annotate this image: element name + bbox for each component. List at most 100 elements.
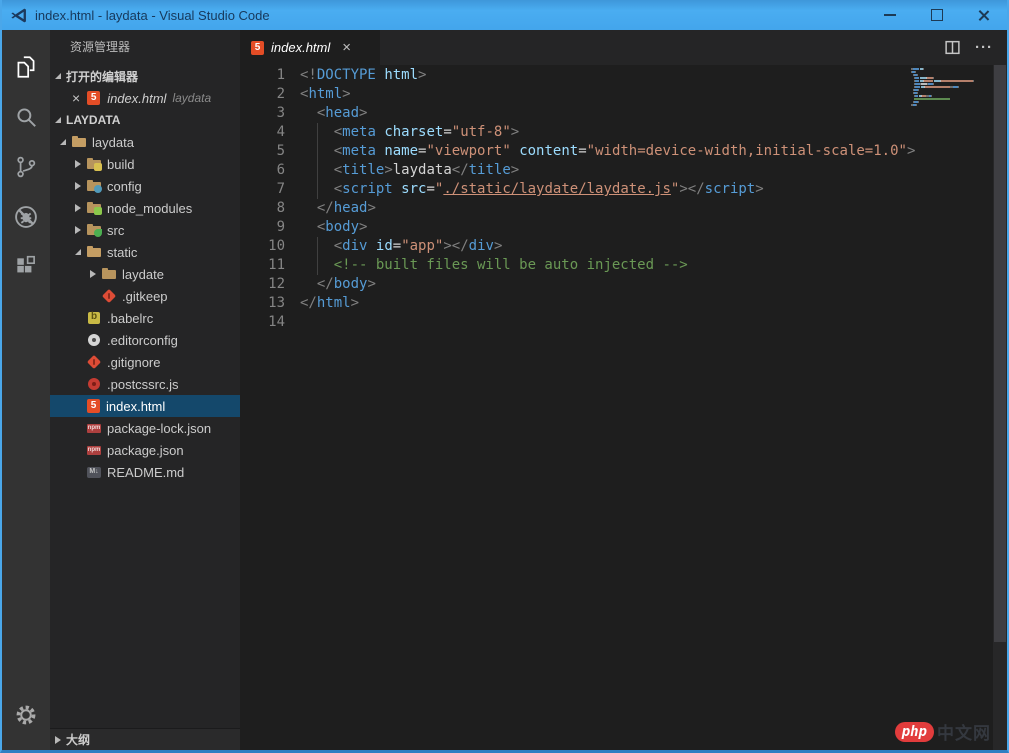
tree-item-label: static: [107, 245, 137, 260]
close-icon: [977, 9, 990, 22]
tree-item-.editorconfig[interactable]: .editorconfig: [50, 329, 240, 351]
sidebar-item-search[interactable]: [2, 92, 50, 142]
editorconfig-icon: [86, 332, 102, 348]
tree-item-label: README.md: [107, 465, 184, 480]
code-line-12[interactable]: 12 </body>: [240, 275, 1007, 294]
project-section-header[interactable]: LAYDATA: [50, 109, 240, 131]
tree-item-.postcssrc.js[interactable]: .postcssrc.js: [50, 373, 240, 395]
folder-build-badge-icon: [94, 163, 102, 171]
outline-section-header[interactable]: 大纲: [50, 728, 240, 750]
expanded-arrow-icon[interactable]: [75, 249, 81, 255]
tree-item-static[interactable]: static: [50, 241, 240, 263]
manage-settings-button[interactable]: [2, 690, 50, 740]
tree-item-package-lock.json[interactable]: package-lock.json: [50, 417, 240, 439]
open-editor-item-index-html[interactable]: × index.html laydata: [50, 87, 240, 109]
git-icon: [101, 288, 117, 304]
collapsed-arrow-icon[interactable]: [75, 204, 81, 212]
collapsed-arrow-icon[interactable]: [75, 160, 81, 168]
file-tree: laydata buildconfig node_modulessrc static l…: [50, 131, 240, 483]
sidebar-item-debug[interactable]: [2, 192, 50, 242]
code-line-6[interactable]: 6 <title>laydata</title>: [240, 161, 1007, 180]
close-button[interactable]: [960, 0, 1007, 30]
tree-item-node_modules[interactable]: node_modules: [50, 197, 240, 219]
tree-item-label: node_modules: [107, 201, 192, 216]
minimize-button[interactable]: [866, 0, 913, 30]
tree-item-build[interactable]: build: [50, 153, 240, 175]
indent-guide: [317, 180, 318, 199]
files-explorer-icon: [13, 54, 39, 80]
activity-bar: [2, 30, 50, 750]
vscode-window: index.html - laydata - Visual Studio Cod…: [0, 0, 1009, 753]
tab-close-icon[interactable]: ×: [342, 39, 351, 56]
code-line-3[interactable]: 3 <head>: [240, 104, 1007, 123]
none-arrow-icon: [90, 292, 96, 300]
tab-index-html[interactable]: index.html ×: [240, 30, 380, 65]
line-number: 14: [240, 313, 285, 332]
tree-item-index.html[interactable]: index.html: [50, 395, 240, 417]
tree-item-src[interactable]: src: [50, 219, 240, 241]
code-line-13[interactable]: 13</html>: [240, 294, 1007, 313]
line-number: 2: [240, 85, 285, 104]
code-line-5[interactable]: 5 <meta name="viewport" content="width=d…: [240, 142, 1007, 161]
title-bar: index.html - laydata - Visual Studio Cod…: [2, 0, 1007, 30]
source-control-icon: [13, 154, 39, 180]
tree-item-config[interactable]: config: [50, 175, 240, 197]
tree-item-laydate[interactable]: laydate: [50, 263, 240, 285]
html5-file-icon: [87, 91, 100, 105]
maximize-icon: [931, 9, 943, 21]
line-number: 13: [240, 294, 285, 313]
none-arrow-icon: [75, 402, 81, 410]
tab-bar: index.html × ···: [240, 30, 1007, 65]
src-badge-icon: [94, 229, 102, 237]
tree-item-.gitignore[interactable]: .gitignore: [50, 351, 240, 373]
extensions-icon: [13, 254, 39, 280]
tree-item-laydata[interactable]: laydata: [50, 131, 240, 153]
babel-icon: [88, 312, 100, 324]
line-number: 1: [240, 66, 285, 85]
close-editor-icon[interactable]: ×: [72, 91, 80, 105]
node-icon: [86, 200, 102, 216]
sidebar-item-explorer[interactable]: [2, 42, 50, 92]
code-line-1[interactable]: 1<!DOCTYPE html>: [240, 66, 1007, 85]
tree-item-label: laydata: [92, 135, 134, 150]
markdown-icon: [87, 467, 101, 478]
indent-guide: [317, 256, 318, 275]
tab-label: index.html: [271, 40, 330, 55]
folder-open-icon: [86, 244, 102, 260]
code-line-7[interactable]: 7 <script src="./static/laydate/laydate.…: [240, 180, 1007, 199]
open-editors-header[interactable]: 打开的编辑器: [50, 65, 240, 87]
indent-guide: [317, 142, 318, 161]
tree-item-README.md[interactable]: README.md: [50, 461, 240, 483]
split-editor-icon[interactable]: [944, 39, 961, 56]
tree-item-.gitkeep[interactable]: .gitkeep: [50, 285, 240, 307]
scrollbar-slider[interactable]: [994, 65, 1006, 642]
code-editor[interactable]: 1<!DOCTYPE html>2<html>3 <head>4 <meta c…: [240, 65, 1007, 332]
maximize-button[interactable]: [913, 0, 960, 30]
tree-item-.babelrc[interactable]: .babelrc: [50, 307, 240, 329]
line-number: 12: [240, 275, 285, 294]
code-line-8[interactable]: 8 </head>: [240, 199, 1007, 218]
collapsed-arrow-icon[interactable]: [90, 270, 96, 278]
collapsed-arrow-icon[interactable]: [75, 226, 81, 234]
code-line-14[interactable]: 14: [240, 313, 1007, 332]
more-actions-icon[interactable]: ···: [975, 39, 993, 56]
tree-item-package.json[interactable]: package.json: [50, 439, 240, 461]
window-title: index.html - laydata - Visual Studio Cod…: [35, 8, 270, 23]
tree-item-label: package.json: [107, 443, 184, 458]
sidebar-item-extensions[interactable]: [2, 242, 50, 292]
minimap[interactable]: [911, 68, 991, 110]
settings-gear-icon: [13, 702, 39, 728]
tree-item-label: .gitignore: [107, 355, 160, 370]
code-line-9[interactable]: 9 <body>: [240, 218, 1007, 237]
code-line-2[interactable]: 2<html>: [240, 85, 1007, 104]
code-line-11[interactable]: 11 <!-- built files will be auto injecte…: [240, 256, 1007, 275]
outline-label: 大纲: [66, 731, 90, 748]
indent-guide: [317, 237, 318, 256]
folder-icon: [101, 266, 117, 282]
expanded-arrow-icon[interactable]: [60, 139, 66, 145]
code-line-10[interactable]: 10 <div id="app"></div>: [240, 237, 1007, 256]
collapsed-arrow-icon[interactable]: [75, 182, 81, 190]
sidebar-item-source-control[interactable]: [2, 142, 50, 192]
code-line-4[interactable]: 4 <meta charset="utf-8">: [240, 123, 1007, 142]
vertical-scrollbar[interactable]: [993, 65, 1007, 750]
